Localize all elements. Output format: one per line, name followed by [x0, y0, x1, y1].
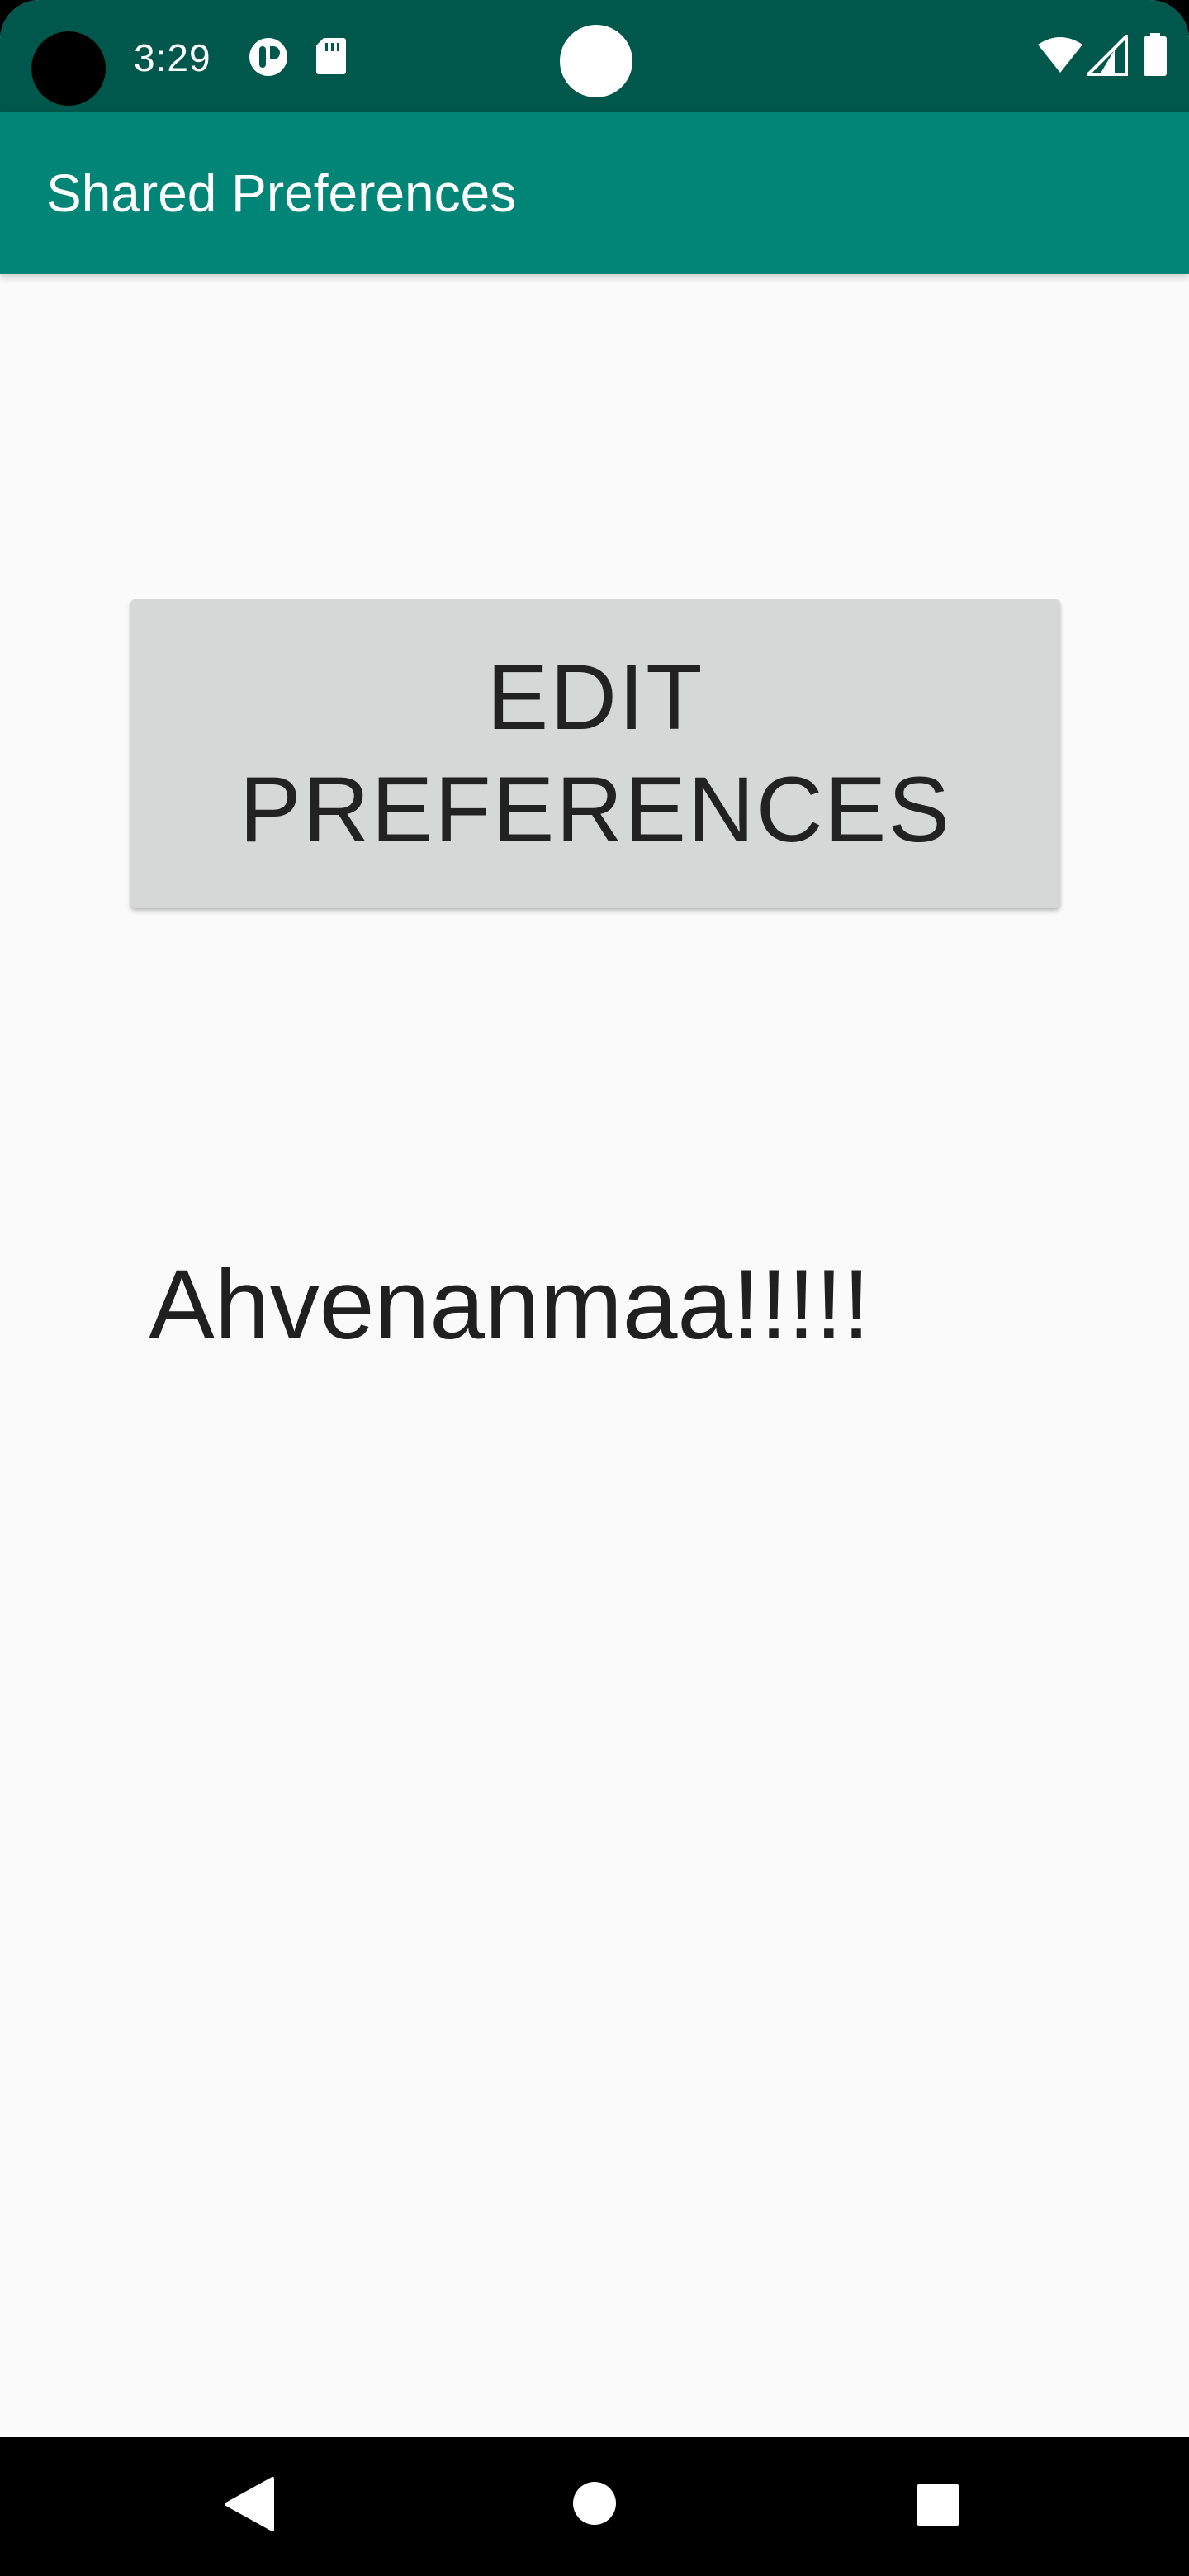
wifi-icon — [1038, 37, 1082, 73]
battery-icon — [1144, 33, 1167, 76]
notification-app-icon — [249, 38, 287, 76]
camera-hole — [31, 31, 106, 106]
edit-preferences-button[interactable]: EDIT PREFERENCES — [130, 599, 1060, 908]
app-toolbar: Shared Preferences — [0, 112, 1189, 274]
edit-preferences-label: EDIT PREFERENCES — [239, 646, 952, 861]
status-bar: 3:29 — [0, 0, 1189, 112]
app-title: Shared Preferences — [46, 163, 517, 223]
app-screen: 3:29 Shared Preferences EDIT PREFERENCES… — [0, 0, 1189, 2576]
cell-signal-icon — [1087, 35, 1128, 76]
stored-preference-text: Ahvenanmaa!!!!! — [149, 1249, 870, 1360]
front-camera-dot — [560, 25, 632, 97]
status-time: 3:29 — [134, 36, 211, 79]
sd-card-icon — [316, 38, 346, 74]
recents-icon[interactable] — [915, 2482, 961, 2528]
back-icon[interactable] — [223, 2475, 276, 2533]
home-icon[interactable] — [571, 2480, 618, 2526]
